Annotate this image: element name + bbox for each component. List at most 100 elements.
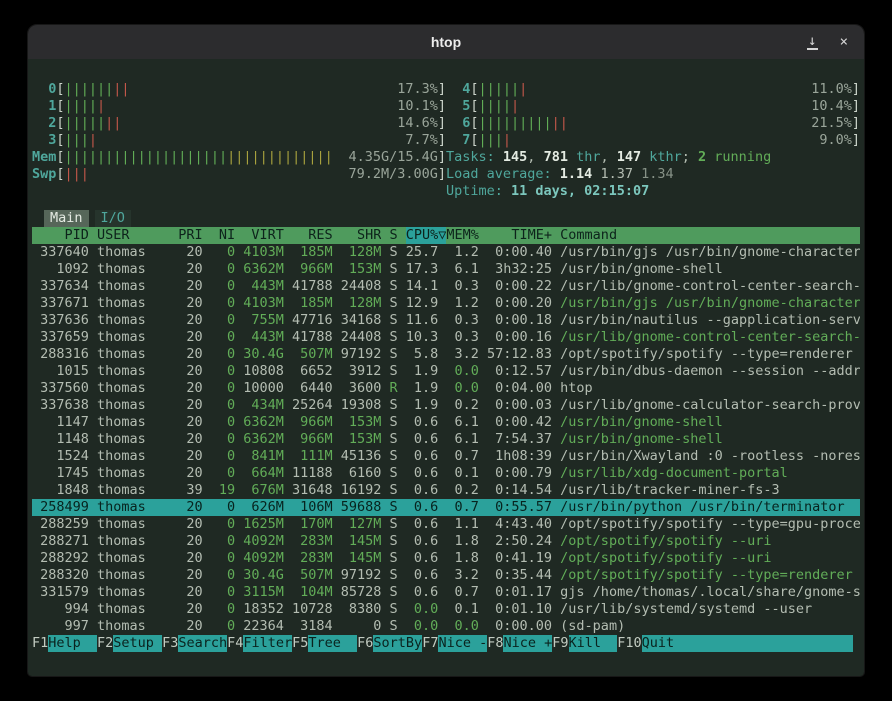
cell-res: 31648 <box>292 482 333 499</box>
cell-shr: 24408 <box>341 278 382 295</box>
process-row[interactable]: 997thomas2002236431840S0.00.00:00.00(sd-… <box>32 618 860 635</box>
process-row[interactable]: 337659thomas200443M4178824408S10.30.30:0… <box>32 329 860 346</box>
fnkey-f3: F3 <box>162 635 178 652</box>
cell-virt: 755M <box>243 312 284 329</box>
cell-cpu: 0.6 <box>406 584 447 601</box>
cell-ni: 0 <box>211 516 235 533</box>
process-row[interactable]: 337671thomas2004103M185M128MS12.91.20:00… <box>32 295 860 312</box>
column-header-virt[interactable]: VIRT <box>243 227 284 244</box>
process-row[interactable]: 1015thomas2001080866523912S1.90.00:12.57… <box>32 363 860 380</box>
cell-pid: 1848 <box>32 482 89 499</box>
cell-s: S <box>390 329 398 346</box>
fn-action-nice-[interactable]: Nice - <box>438 635 487 652</box>
cell-res: 111M <box>292 448 333 465</box>
cell-time: 0:00.00 <box>487 618 552 635</box>
process-row-selected[interactable]: 258499thomas200626M106M59688S0.60.70:55.… <box>32 499 860 516</box>
fn-action-filter[interactable]: Filter <box>243 635 292 652</box>
process-row[interactable]: 288320thomas20030.4G507M97192S0.63.20:35… <box>32 567 860 584</box>
process-row[interactable]: 1848thomas3919676M3164816192S0.60.20:14.… <box>32 482 860 499</box>
cell-cmd: /usr/bin/gjs /usr/bin/gnome-character <box>560 295 860 312</box>
cell-shr: 24408 <box>341 329 382 346</box>
fn-action-kill[interactable]: Kill <box>569 635 618 652</box>
tab-main[interactable]: Main <box>44 210 89 227</box>
cell-mem: 0.0 <box>446 380 479 397</box>
cell-cmd: /opt/spotify/spotify --type=renderer <box>560 567 860 584</box>
cell-res: 11188 <box>292 465 333 482</box>
cell-cpu: 0.0 <box>406 601 447 618</box>
cell-cpu: 0.6 <box>406 516 447 533</box>
p-green: ||||| <box>479 81 520 97</box>
cell-mem: 0.7 <box>446 499 479 516</box>
mlabel: 0 <box>32 81 56 98</box>
cpu5-meter: 5[|||||10.4%] <box>446 98 860 115</box>
process-row[interactable]: 337634thomas200443M4178824408S14.10.30:0… <box>32 278 860 295</box>
cell-mem: 0.2 <box>446 482 479 499</box>
fn-action-nice-[interactable]: Nice + <box>503 635 552 652</box>
cell-ni: 0 <box>211 533 235 550</box>
fn-action-setup[interactable]: Setup <box>113 635 162 652</box>
column-header-s[interactable]: S <box>390 227 398 244</box>
process-row[interactable]: 288271thomas2004092M283M145MS0.61.82:50.… <box>32 533 860 550</box>
cell-user: thomas <box>97 397 170 414</box>
process-row[interactable]: 337640thomas2004103M185M128MS25.71.20:00… <box>32 244 860 261</box>
column-header-res[interactable]: RES <box>292 227 333 244</box>
mval: 10.1% <box>397 98 438 115</box>
cell-cmd: /usr/bin/gjs /usr/bin/gnome-character <box>560 244 860 261</box>
cell-pid: 337671 <box>32 295 89 312</box>
cell-virt: 3115M <box>243 584 284 601</box>
process-row[interactable]: 288316thomas20030.4G507M97192S5.83.257:1… <box>32 346 860 363</box>
process-row[interactable]: 337636thomas200755M4771634168S11.60.30:0… <box>32 312 860 329</box>
cell-virt: 4103M <box>243 295 284 312</box>
cell-user: thomas <box>97 295 170 312</box>
column-header-mem[interactable]: MEM% <box>446 227 479 244</box>
fn-action-search[interactable]: Search <box>178 635 227 652</box>
p-red: | <box>519 81 527 97</box>
fn-action-help[interactable]: Help <box>48 635 97 652</box>
process-row[interactable]: 994thomas20018352107288380S0.00.10:01.10… <box>32 601 860 618</box>
cell-cpu: 25.7 <box>406 244 447 261</box>
mlabel: 4 <box>446 81 470 98</box>
cell-ni: 0 <box>211 431 235 448</box>
cell-time: 0:14.54 <box>487 482 552 499</box>
process-row[interactable]: 1092thomas2006362M966M153MS17.36.13h32:2… <box>32 261 860 278</box>
fnkey-f6: F6 <box>357 635 373 652</box>
fn-action-tree[interactable]: Tree <box>308 635 357 652</box>
column-header-ni[interactable]: NI <box>211 227 235 244</box>
pipes: ||||||| <box>65 115 122 132</box>
terminal-content[interactable]: 0[||||||||17.3%]1[|||||10.1%]2[|||||||14… <box>28 59 864 677</box>
fn-action-sortby[interactable]: SortBy <box>373 635 422 652</box>
column-header-pri[interactable]: PRI <box>178 227 202 244</box>
process-row[interactable]: 1147thomas2006362M966M153MS0.66.10:00.42… <box>32 414 860 431</box>
cell-res: 104M <box>292 584 333 601</box>
fnkey-f9: F9 <box>552 635 568 652</box>
tab-io[interactable]: I/O <box>95 210 131 227</box>
fnkey-f2: F2 <box>97 635 113 652</box>
column-header-shr[interactable]: SHR <box>341 227 382 244</box>
bracket: ] <box>438 132 446 149</box>
cell-user: thomas <box>97 414 170 431</box>
process-row[interactable]: 331579thomas2003115M104M85728S0.60.70:01… <box>32 584 860 601</box>
column-header-time[interactable]: TIME+ <box>487 227 552 244</box>
download-icon[interactable]: ↓ <box>807 34 817 50</box>
process-row[interactable]: 1524thomas200841M111M45136S0.60.71h08:39… <box>32 448 860 465</box>
mlabel: Swp <box>32 166 56 183</box>
fn-action-quit[interactable]: Quit <box>642 635 853 652</box>
column-header-pid[interactable]: PID <box>32 227 89 244</box>
process-row[interactable]: 337638thomas200434M2526419308S1.90.20:00… <box>32 397 860 414</box>
process-row[interactable]: 1148thomas2006362M966M153MS0.66.17:54.37… <box>32 431 860 448</box>
process-row[interactable]: 288259thomas2001625M170M127MS0.61.14:43.… <box>32 516 860 533</box>
cell-res: 10728 <box>292 601 333 618</box>
cell-shr: 19308 <box>341 397 382 414</box>
close-icon[interactable]: × <box>840 35 848 49</box>
process-row[interactable]: 1745thomas200664M111886160S0.60.10:00.79… <box>32 465 860 482</box>
cell-user: thomas <box>97 618 170 635</box>
process-row[interactable]: 288292thomas2004092M283M145MS0.61.80:41.… <box>32 550 860 567</box>
cell-time: 0:55.57 <box>487 499 552 516</box>
column-header-cmd[interactable]: Command <box>560 227 860 244</box>
cell-s: S <box>390 244 398 261</box>
cell-virt: 6362M <box>243 431 284 448</box>
column-header-cpu[interactable]: CPU%▽ <box>406 227 447 244</box>
column-header-user[interactable]: USER <box>97 227 170 244</box>
titlebar[interactable]: htop ↓ × <box>28 25 864 59</box>
process-row[interactable]: 337560thomas2001000064403600R1.90.00:04.… <box>32 380 860 397</box>
